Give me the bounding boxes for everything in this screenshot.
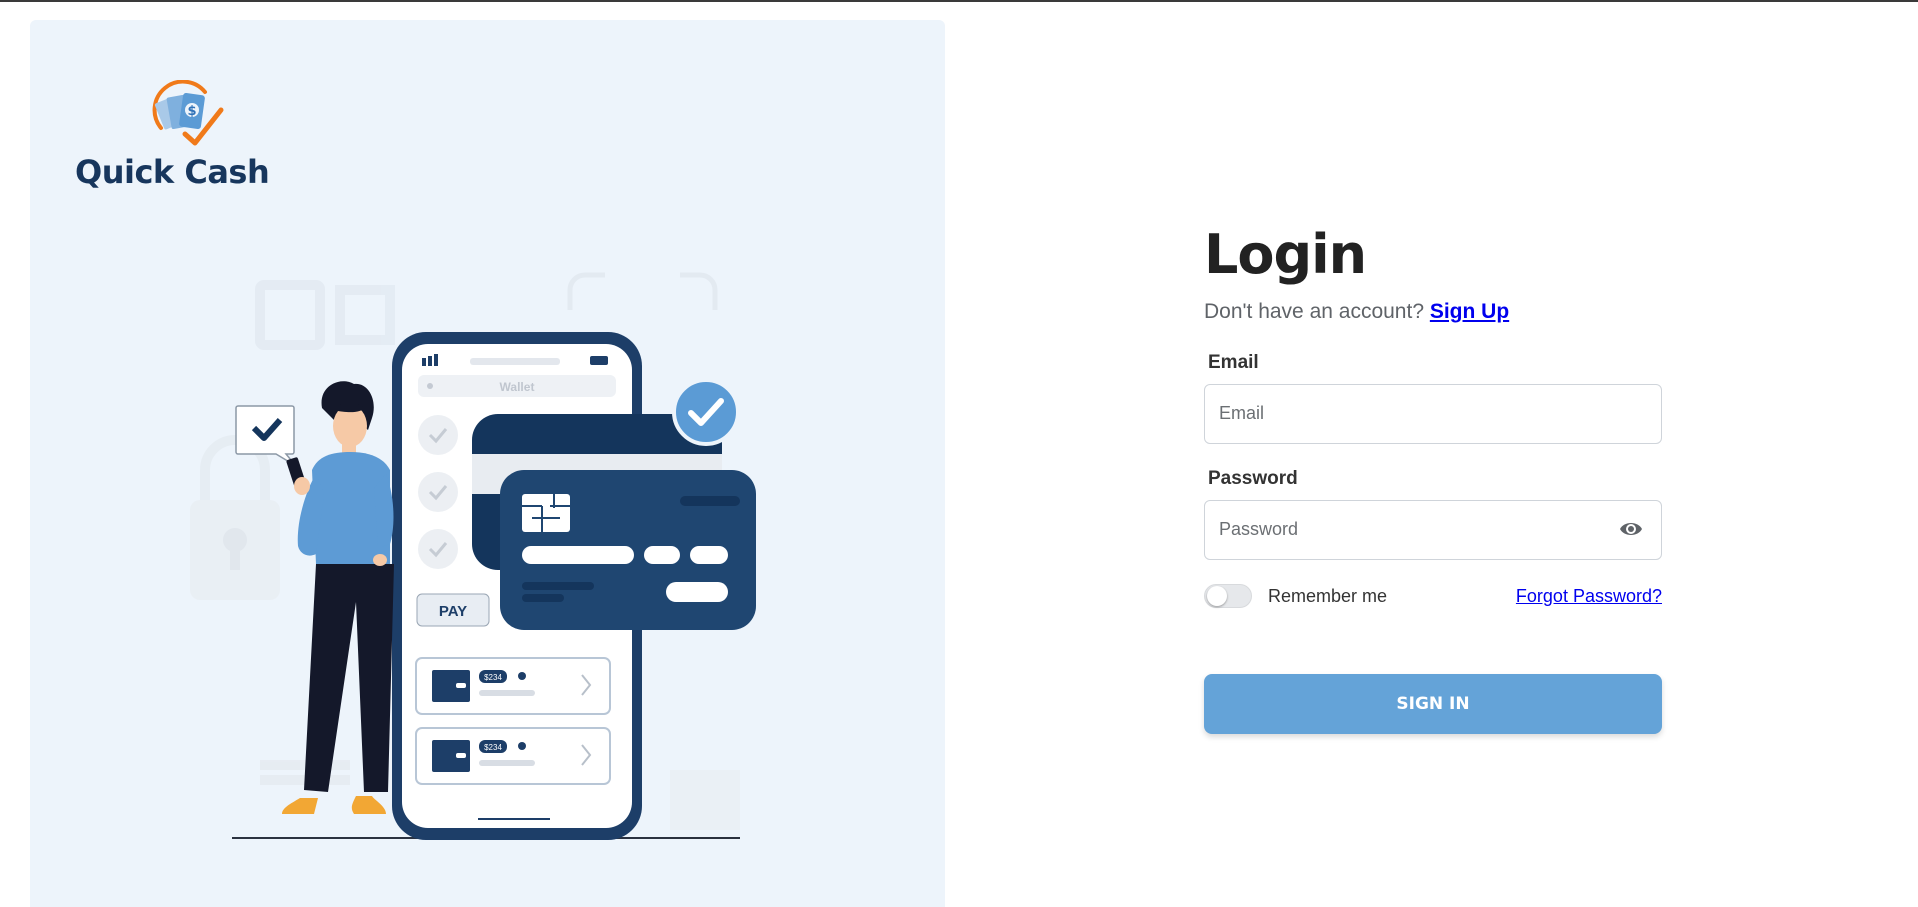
email-field[interactable] — [1205, 385, 1609, 441]
pay-button-label: PAY — [439, 603, 467, 620]
illustration-panel: $ Quick Cash Wallet PAY $234 $234 — [30, 20, 945, 907]
payment-illustration: Wallet PAY $234 $234 — [190, 272, 756, 840]
signup-link[interactable]: Sign Up — [1430, 300, 1509, 323]
signup-prompt-text: Don't have an account? — [1204, 300, 1424, 323]
person-figure — [282, 381, 394, 814]
email-field-container — [1204, 384, 1662, 444]
transaction-amount-2: $234 — [484, 743, 502, 752]
page-title: Login — [1204, 223, 1367, 286]
options-row: Remember me Forgot Password? — [1204, 582, 1662, 610]
eye-icon[interactable] — [1619, 519, 1643, 539]
window-top-border — [0, 0, 1918, 2]
email-label: Email — [1208, 352, 1259, 373]
transaction-amount-1: $234 — [484, 673, 502, 682]
sign-in-button[interactable]: SIGN IN — [1204, 674, 1662, 734]
password-field-container — [1204, 500, 1662, 560]
login-form: Login Don't have an account? Sign Up Ema… — [1204, 222, 1662, 734]
remember-me-label: Remember me — [1268, 586, 1388, 606]
money-check-logo-icon: $ — [152, 80, 224, 146]
brand-name: Quick Cash — [75, 153, 270, 191]
signup-prompt: Don't have an account? Sign Up — [1204, 300, 1662, 324]
wallet-label: Wallet — [500, 380, 535, 394]
brand-logo: $ Quick Cash — [75, 80, 270, 220]
toggle-knob — [1207, 586, 1227, 606]
remember-me-toggle[interactable] — [1204, 584, 1252, 608]
password-label: Password — [1208, 468, 1298, 489]
credit-cards — [472, 378, 756, 630]
svg-text:$: $ — [187, 104, 196, 119]
password-field[interactable] — [1205, 501, 1609, 557]
forgot-password-link[interactable]: Forgot Password? — [1516, 586, 1662, 607]
